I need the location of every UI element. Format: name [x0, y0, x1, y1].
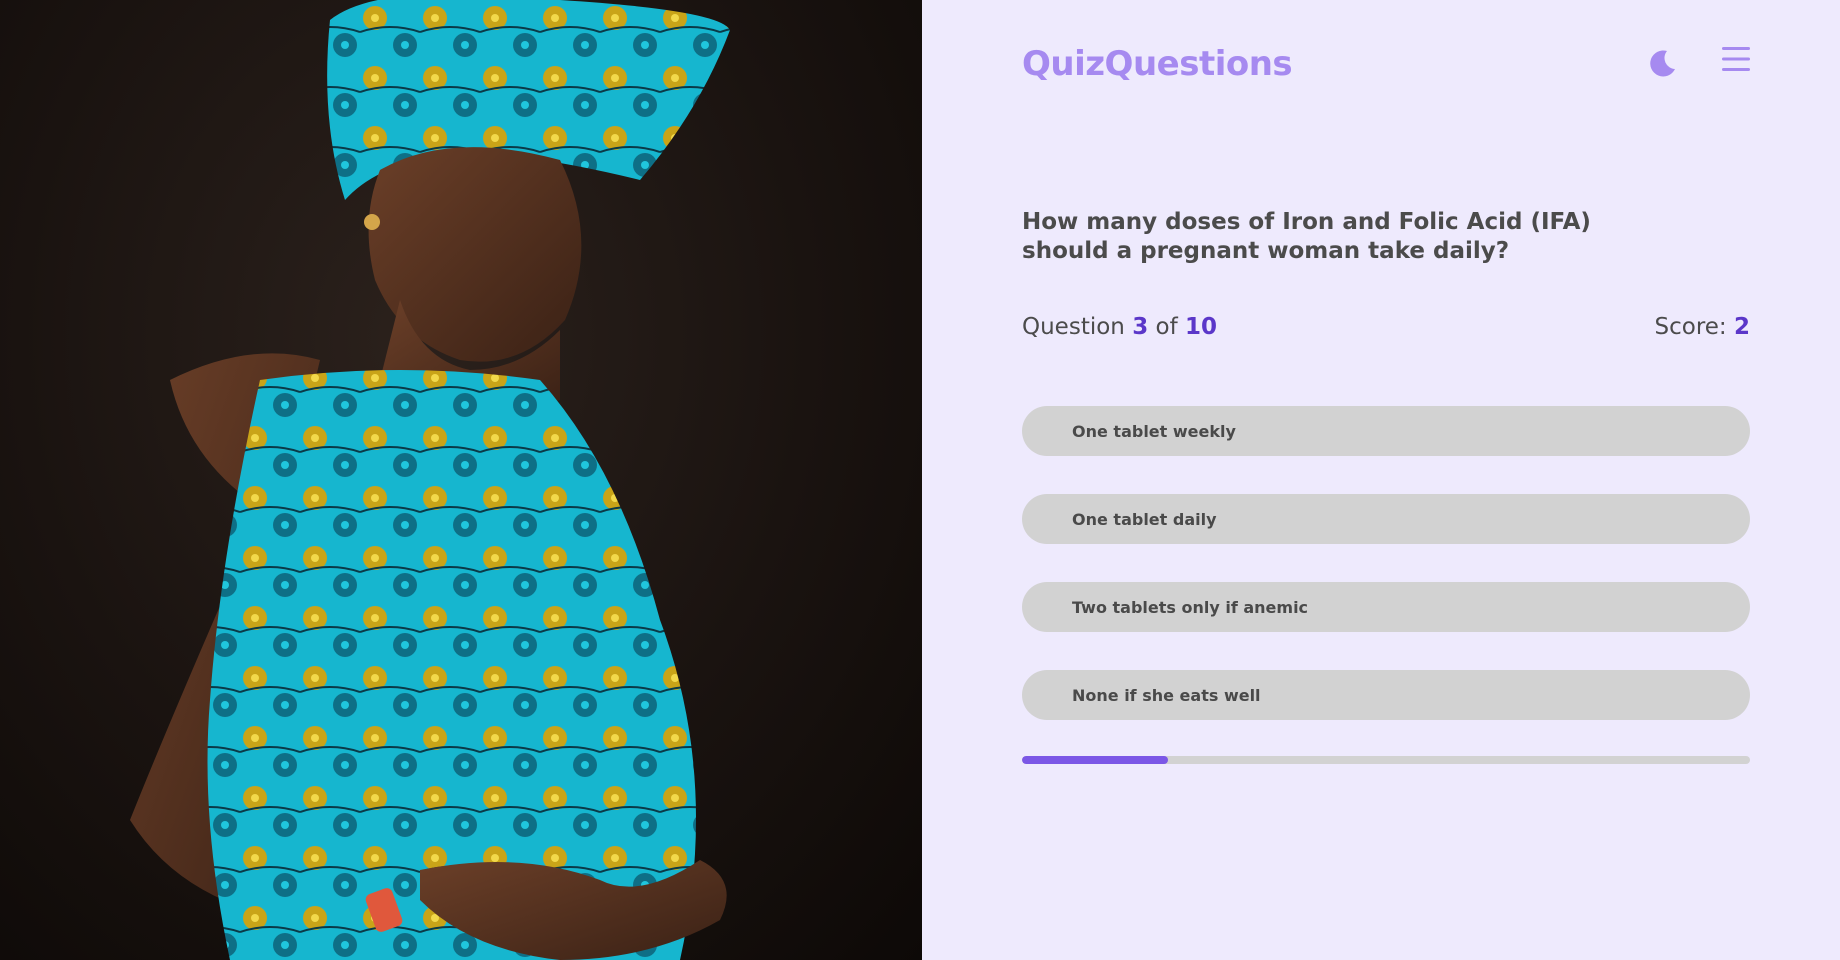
progress-fill	[1022, 756, 1168, 764]
answer-option[interactable]: One tablet weekly	[1022, 406, 1750, 456]
question-label: Question	[1022, 314, 1125, 340]
answer-list: One tablet weekly One tablet daily Two t…	[1022, 406, 1750, 758]
question-text: How many doses of Iron and Folic Acid (I…	[1022, 209, 1591, 264]
quiz-panel: QuizQuestions How many doses of Iron and…	[922, 0, 1840, 960]
hamburger-menu-icon[interactable]	[1722, 46, 1750, 72]
question-counter: Question 3 of 10	[1022, 314, 1217, 340]
brand-logo[interactable]: QuizQuestions	[1022, 44, 1293, 84]
total-questions-number: 10	[1185, 314, 1218, 340]
progress-bar	[1022, 756, 1750, 764]
quiz-meta: Question 3 of 10 Score: 2	[1022, 314, 1750, 340]
answer-label: Two tablets only if anemic	[1072, 597, 1309, 617]
score-value: 2	[1733, 314, 1750, 340]
answer-option[interactable]: None if she eats well	[1022, 670, 1750, 720]
moon-icon[interactable]	[1648, 48, 1678, 78]
answer-option[interactable]: One tablet daily	[1022, 494, 1750, 544]
current-question-number: 3	[1132, 314, 1149, 340]
answer-label: One tablet weekly	[1072, 421, 1236, 441]
answer-label: One tablet daily	[1072, 509, 1217, 529]
answer-label: None if she eats well	[1072, 685, 1261, 705]
hero-photo	[0, 0, 922, 960]
answer-option[interactable]: Two tablets only if anemic	[1022, 582, 1750, 632]
pregnant-woman-illustration	[130, 0, 730, 960]
score-display: Score: 2	[1655, 314, 1751, 340]
score-label: Score:	[1654, 314, 1727, 340]
of-label: of	[1155, 314, 1178, 340]
